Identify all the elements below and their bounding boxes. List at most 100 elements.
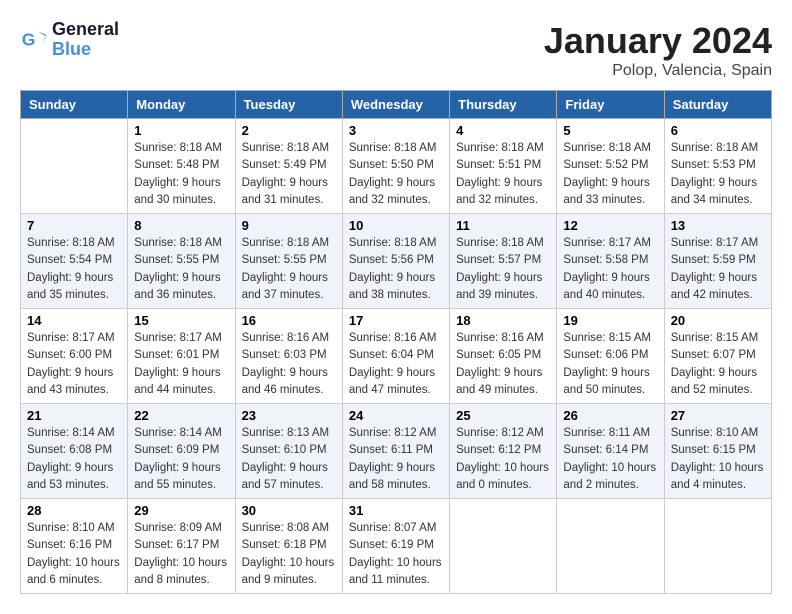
day-detail: Daylight: 10 hours and 0 minutes. xyxy=(456,460,550,495)
day-info: Sunrise: 8:09 AMSunset: 6:17 PMDaylight:… xyxy=(134,520,228,589)
day-detail: Daylight: 10 hours and 9 minutes. xyxy=(242,555,336,590)
title-block: January 2024 Polop, Valencia, Spain xyxy=(544,20,772,80)
calendar-cell: 9Sunrise: 8:18 AMSunset: 5:55 PMDaylight… xyxy=(235,214,342,309)
calendar-week-4: 21Sunrise: 8:14 AMSunset: 6:08 PMDayligh… xyxy=(21,404,772,499)
day-detail: Daylight: 9 hours and 47 minutes. xyxy=(349,365,443,400)
day-detail: Daylight: 9 hours and 39 minutes. xyxy=(456,270,550,305)
day-info: Sunrise: 8:12 AMSunset: 6:12 PMDaylight:… xyxy=(456,425,550,494)
calendar-cell: 15 Sunrise: 8:17 AMSunset: 6:01 PMDayligh… xyxy=(128,309,235,404)
day-detail: Daylight: 9 hours and 46 minutes. xyxy=(242,365,336,400)
day-detail: Daylight: 9 hours and 43 minutes. xyxy=(27,365,121,400)
calendar-cell: 6Sunrise: 8:18 AMSunset: 5:53 PMDaylight… xyxy=(664,119,771,214)
day-number: 1 xyxy=(134,123,228,138)
day-detail: Sunrise: 8:18 AM xyxy=(456,235,550,252)
day-number: 18 xyxy=(456,313,550,328)
day-info: Sunrise: 8:18 AMSunset: 5:51 PMDaylight:… xyxy=(456,140,550,209)
day-info: Sunrise: 8:18 AMSunset: 5:55 PMDaylight:… xyxy=(242,235,336,304)
day-detail: Sunset: 6:03 PM xyxy=(242,347,336,364)
day-detail: Sunrise: 8:18 AM xyxy=(242,235,336,252)
day-detail: Daylight: 9 hours and 58 minutes. xyxy=(349,460,443,495)
calendar-cell: 31Sunrise: 8:07 AMSunset: 6:19 PMDayligh… xyxy=(342,499,449,594)
day-detail: Daylight: 9 hours and 32 minutes. xyxy=(456,175,550,210)
day-number: 20 xyxy=(671,313,765,328)
day-detail: Sunset: 5:55 PM xyxy=(242,252,336,269)
day-detail: Daylight: 9 hours and 49 minutes. xyxy=(456,365,550,400)
calendar-cell: 11Sunrise: 8:18 AMSunset: 5:57 PMDayligh… xyxy=(450,214,557,309)
day-info: Sunrise: 8:10 AMSunset: 6:15 PMDaylight:… xyxy=(671,425,765,494)
calendar-week-2: 7Sunrise: 8:18 AMSunset: 5:54 PMDaylight… xyxy=(21,214,772,309)
day-detail: Daylight: 9 hours and 53 minutes. xyxy=(27,460,121,495)
day-number: 24 xyxy=(349,408,443,423)
day-number: 15 xyxy=(134,313,228,328)
day-detail: Daylight: 10 hours and 2 minutes. xyxy=(563,460,657,495)
day-detail: Sunset: 5:50 PM xyxy=(349,157,443,174)
day-number: 19 xyxy=(563,313,657,328)
day-info: Sunrise: 8:17 AMSunset: 6:01 PMDaylight:… xyxy=(134,330,228,399)
calendar-cell xyxy=(664,499,771,594)
day-detail: Sunset: 5:56 PM xyxy=(349,252,443,269)
calendar-cell: 8Sunrise: 8:18 AMSunset: 5:55 PMDaylight… xyxy=(128,214,235,309)
calendar-cell: 16Sunrise: 8:16 AMSunset: 6:03 PMDayligh… xyxy=(235,309,342,404)
day-detail: Daylight: 10 hours and 6 minutes. xyxy=(27,555,121,590)
calendar-cell: 20 Sunrise: 8:15 AMSunset: 6:07 PMDayligh… xyxy=(664,309,771,404)
day-detail: Sunrise: 8:09 AM xyxy=(134,520,228,537)
day-detail: Daylight: 9 hours and 33 minutes. xyxy=(563,175,657,210)
logo-text: General Blue xyxy=(52,20,119,60)
day-detail: Daylight: 9 hours and 57 minutes. xyxy=(242,460,336,495)
day-info: Sunrise: 8:18 AMSunset: 5:57 PMDaylight:… xyxy=(456,235,550,304)
day-number: 3 xyxy=(349,123,443,138)
day-info: Sunrise: 8:10 AMSunset: 6:16 PMDaylight:… xyxy=(27,520,121,589)
day-detail: Daylight: 9 hours and 55 minutes. xyxy=(134,460,228,495)
calendar-cell xyxy=(450,499,557,594)
day-detail: Sunset: 5:49 PM xyxy=(242,157,336,174)
day-detail: Sunrise: 8:15 AM xyxy=(671,330,765,347)
day-detail: Daylight: 10 hours and 11 minutes. xyxy=(349,555,443,590)
calendar-cell: 14Sunrise: 8:17 AMSunset: 6:00 PMDayligh… xyxy=(21,309,128,404)
day-detail: Sunrise: 8:18 AM xyxy=(134,140,228,157)
calendar-week-5: 28 Sunrise: 8:10 AMSunset: 6:16 PMDayligh… xyxy=(21,499,772,594)
day-detail: Sunrise: 8:18 AM xyxy=(349,235,443,252)
day-number: 27 xyxy=(671,408,765,423)
day-detail: Sunset: 6:12 PM xyxy=(456,442,550,459)
day-detail: Sunset: 5:51 PM xyxy=(456,157,550,174)
day-detail: Daylight: 9 hours and 44 minutes. xyxy=(134,365,228,400)
day-info: Sunrise: 8:08 AMSunset: 6:18 PMDaylight:… xyxy=(242,520,336,589)
day-info: Sunrise: 8:15 AMSunset: 6:07 PMDaylight:… xyxy=(671,330,765,399)
day-detail: Sunrise: 8:10 AM xyxy=(671,425,765,442)
calendar-cell: 1Sunrise: 8:18 AMSunset: 5:48 PMDaylight… xyxy=(128,119,235,214)
day-number: 26 xyxy=(563,408,657,423)
day-info: Sunrise: 8:16 AMSunset: 6:03 PMDaylight:… xyxy=(242,330,336,399)
calendar-cell: 21Sunrise: 8:14 AMSunset: 6:08 PMDayligh… xyxy=(21,404,128,499)
svg-text:G: G xyxy=(22,29,36,49)
day-info: Sunrise: 8:17 AMSunset: 5:59 PMDaylight:… xyxy=(671,235,765,304)
day-number: 25 xyxy=(456,408,550,423)
day-info: Sunrise: 8:18 AMSunset: 5:54 PMDaylight:… xyxy=(27,235,121,304)
day-number: 31 xyxy=(349,503,443,518)
day-detail: Sunset: 6:09 PM xyxy=(134,442,228,459)
day-info: Sunrise: 8:11 AMSunset: 6:14 PMDaylight:… xyxy=(563,425,657,494)
day-header-saturday: Saturday xyxy=(664,91,771,119)
day-detail: Daylight: 9 hours and 40 minutes. xyxy=(563,270,657,305)
day-number: 28 xyxy=(27,503,121,518)
day-info: Sunrise: 8:12 AMSunset: 6:11 PMDaylight:… xyxy=(349,425,443,494)
day-detail: Sunrise: 8:08 AM xyxy=(242,520,336,537)
day-detail: Sunrise: 8:18 AM xyxy=(134,235,228,252)
day-detail: Daylight: 9 hours and 50 minutes. xyxy=(563,365,657,400)
calendar-cell: 26 Sunrise: 8:11 AMSunset: 6:14 PMDayligh… xyxy=(557,404,664,499)
day-number: 29 xyxy=(134,503,228,518)
day-detail: Sunrise: 8:15 AM xyxy=(563,330,657,347)
day-detail: Sunrise: 8:13 AM xyxy=(242,425,336,442)
day-detail: Sunrise: 8:18 AM xyxy=(563,140,657,157)
day-header-thursday: Thursday xyxy=(450,91,557,119)
day-detail: Sunset: 5:54 PM xyxy=(27,252,121,269)
day-detail: Sunset: 6:08 PM xyxy=(27,442,121,459)
day-info: Sunrise: 8:14 AMSunset: 6:08 PMDaylight:… xyxy=(27,425,121,494)
day-info: Sunrise: 8:18 AMSunset: 5:56 PMDaylight:… xyxy=(349,235,443,304)
calendar-week-1: 1Sunrise: 8:18 AMSunset: 5:48 PMDaylight… xyxy=(21,119,772,214)
calendar-cell: 23Sunrise: 8:13 AMSunset: 6:10 PMDayligh… xyxy=(235,404,342,499)
calendar-cell: 2Sunrise: 8:18 AMSunset: 5:49 PMDaylight… xyxy=(235,119,342,214)
day-number: 10 xyxy=(349,218,443,233)
day-info: Sunrise: 8:15 AMSunset: 6:06 PMDaylight:… xyxy=(563,330,657,399)
day-detail: Sunset: 5:57 PM xyxy=(456,252,550,269)
day-header-wednesday: Wednesday xyxy=(342,91,449,119)
